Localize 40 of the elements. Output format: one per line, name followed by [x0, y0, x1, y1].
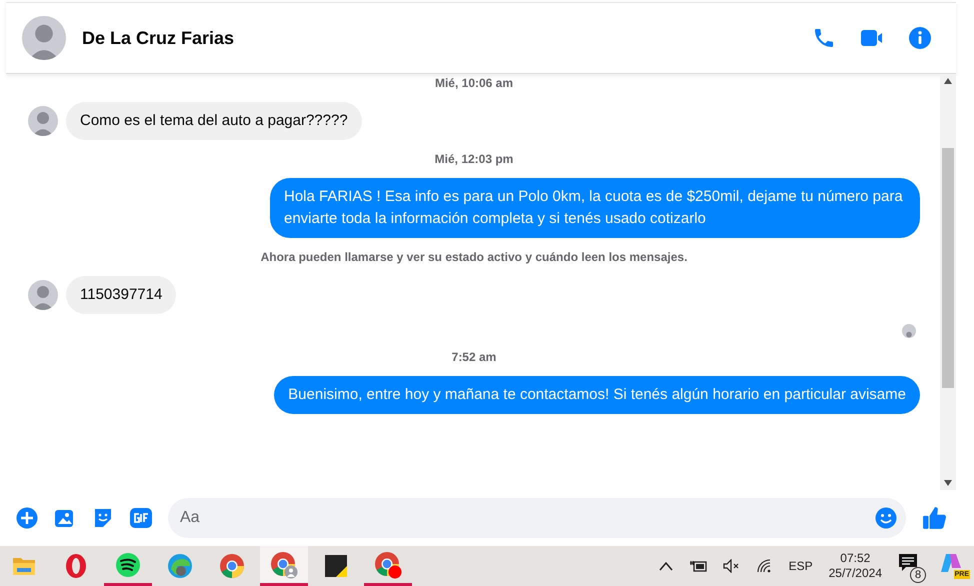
- scrollbar-thumb[interactable]: [942, 148, 954, 388]
- battery-icon[interactable]: [688, 559, 707, 573]
- message-bubble: Como es el tema del auto a pagar?????: [66, 102, 362, 140]
- ring-icon: [64, 553, 88, 579]
- contact-name: De La Cruz Farias: [82, 26, 234, 50]
- sticker-icon[interactable]: [92, 507, 114, 529]
- clock-time[interactable]: 07:52: [828, 551, 882, 566]
- clock-date[interactable]: 25/7/2024: [828, 566, 882, 581]
- smiley-icon[interactable]: [875, 507, 897, 529]
- seen-avatar: [902, 324, 916, 338]
- sound-waves-icon: [115, 552, 141, 578]
- image-icon[interactable]: [54, 507, 76, 529]
- message-timestamp: Mié, 12:03 pm: [434, 151, 514, 168]
- avatar: [22, 16, 66, 60]
- gif-icon[interactable]: [130, 507, 152, 529]
- chat-notice: Ahora pueden llamarse y ver su estado activo y cuándo leen los mensajes.: [260, 249, 688, 266]
- swirl-icon: [167, 553, 193, 579]
- browser-icon: [374, 550, 402, 578]
- browser-icon: [219, 553, 245, 579]
- phone-icon[interactable]: [812, 26, 836, 50]
- message-bubble: Hola FARIAS ! Esa info es para un Polo 0km, la cuota es de $250mil, dejame tu número para enviarte toda la información completa y si tenés usado cotizarlo: [270, 178, 920, 238]
- avatar: [28, 280, 58, 310]
- avatar: [28, 106, 58, 136]
- message-bubble: 1150397714: [66, 276, 176, 314]
- wifi-icon[interactable]: [756, 559, 773, 573]
- browser-profile-icon: [270, 550, 298, 578]
- message-input-field[interactable]: Aa: [168, 498, 906, 538]
- folder-icon: [12, 555, 36, 577]
- speaker-muted-icon[interactable]: [722, 559, 741, 573]
- message-bubble: Buenisimo, entre hoy y mañana te contactamos! Si tenés algún horario en particular avisame: [274, 376, 920, 414]
- plus-icon[interactable]: [16, 507, 38, 529]
- chevron-up-icon[interactable]: [658, 561, 673, 571]
- thumbs-up-icon[interactable]: [922, 505, 948, 531]
- note-icon: [324, 554, 348, 578]
- info-icon[interactable]: [908, 26, 932, 50]
- copilot-icon[interactable]: [940, 553, 962, 573]
- message-timestamp: 7:52 am: [450, 349, 498, 366]
- notification-count-badge: 8: [910, 567, 926, 583]
- input-language-indicator[interactable]: ESP: [788, 557, 813, 575]
- message-timestamp: Mié, 10:06 am: [434, 75, 514, 92]
